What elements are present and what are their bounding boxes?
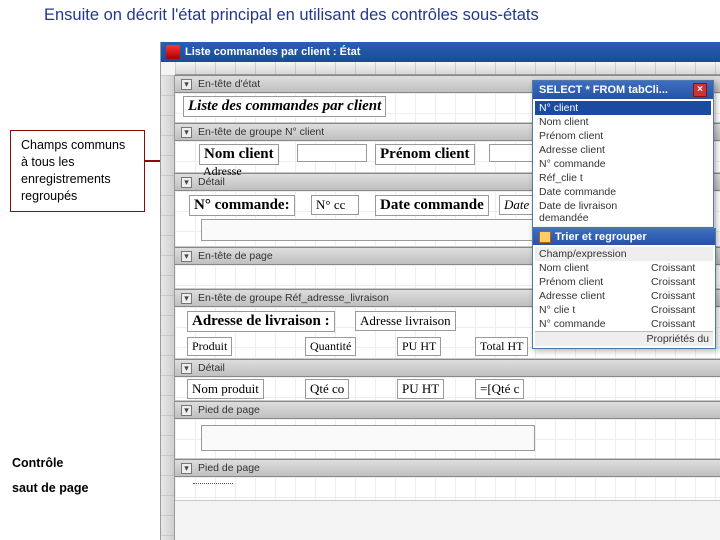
list-item[interactable]: Date de livraison demandée: [539, 200, 639, 224]
field-adrliv[interactable]: Adresse livraison: [355, 311, 456, 331]
field-list-titlebar[interactable]: SELECT * FROM tabCli... ×: [533, 81, 713, 99]
slide-title: Ensuite on décrit l'état principal en ut…: [44, 6, 539, 25]
section-label: En-tête de groupe N° client: [198, 126, 324, 138]
label-puht[interactable]: PU HT: [397, 337, 441, 356]
list-item[interactable]: N° clie t: [539, 304, 639, 316]
section-label: Pied de page: [198, 462, 260, 474]
label-totalht[interactable]: Total HT: [475, 337, 528, 356]
expand-icon[interactable]: ▾: [181, 405, 192, 416]
label-ncommande[interactable]: N° commande:: [189, 195, 295, 216]
expand-icon[interactable]: ▾: [181, 363, 192, 374]
list-item[interactable]: Adresse client: [539, 144, 639, 156]
designer-title-text: Liste commandes par client : État: [185, 46, 360, 58]
sort-group-panel[interactable]: Trier et regrouper Champ/expression Nom …: [532, 228, 716, 349]
label-quantite[interactable]: Quantité: [305, 337, 356, 356]
subreport-rect-2[interactable]: [201, 425, 535, 451]
expand-icon[interactable]: ▾: [181, 463, 192, 474]
callout-champs-communs: Champs communs à tous les enregistrement…: [10, 130, 145, 212]
list-item[interactable]: N° commande: [539, 318, 639, 330]
list-item[interactable]: N° client: [539, 102, 639, 114]
sort-icon: [539, 231, 551, 243]
expand-icon[interactable]: ▾: [181, 127, 192, 138]
sort-group-body[interactable]: Champ/expression Nom clientCroissant Pré…: [533, 245, 715, 348]
section-label: En-tête d'état: [198, 78, 260, 90]
field-qteco[interactable]: Qté co: [305, 379, 349, 399]
field-eq[interactable]: =[Qté c: [475, 379, 524, 399]
section-label: Pied de page: [198, 404, 260, 416]
list-item[interactable]: Date commande: [539, 186, 639, 198]
section-label: Détail: [198, 362, 225, 374]
label-prenom-client[interactable]: Prénom client: [375, 144, 475, 165]
list-item[interactable]: Réf_clie t: [539, 172, 639, 184]
vertical-ruler: [161, 75, 175, 540]
list-item[interactable]: Nom client: [539, 116, 639, 128]
field-list-panel[interactable]: SELECT * FROM tabCli... × N° client Nom …: [532, 80, 714, 228]
page-break-control[interactable]: [193, 483, 233, 484]
field-nom-client[interactable]: [297, 144, 367, 162]
field-nomproduit[interactable]: Nom produit: [187, 379, 264, 399]
field-list-body[interactable]: N° client Nom client Prénom client Adres…: [533, 99, 713, 227]
section-label: En-tête de groupe Réf_adresse_livraison: [198, 292, 389, 304]
list-item[interactable]: Adresse client: [539, 290, 639, 302]
close-icon[interactable]: ×: [693, 83, 707, 97]
label-produit[interactable]: Produit: [187, 337, 232, 356]
system-menu-icon[interactable]: [166, 45, 180, 59]
section-bar-pied1[interactable]: ▾ Pied de page: [175, 401, 720, 419]
surface-pied1[interactable]: [175, 419, 720, 459]
subreport-rect-1[interactable]: [201, 219, 535, 241]
list-item[interactable]: N° commande: [539, 158, 639, 170]
expand-icon[interactable]: ▾: [181, 251, 192, 262]
callout-saut-de-page: saut de page: [12, 480, 88, 497]
field-ncc[interactable]: N° cc: [311, 195, 359, 215]
label-adrliv[interactable]: Adresse de livraison :: [187, 311, 335, 332]
surface-detail2[interactable]: Nom produit Qté co PU HT =[Qté c: [175, 377, 720, 401]
list-item[interactable]: Nom client: [539, 262, 639, 274]
section-bar-pied2[interactable]: ▾ Pied de page: [175, 459, 720, 477]
surface-pied2[interactable]: [175, 477, 720, 501]
list-item[interactable]: Prénom client: [539, 130, 639, 142]
label-liste-commandes[interactable]: Liste des commandes par client: [183, 96, 386, 117]
horizontal-ruler: [175, 62, 720, 75]
section-bar-detail2[interactable]: ▾ Détail: [175, 359, 720, 377]
expand-icon[interactable]: ▾: [181, 79, 192, 90]
label-nom-client[interactable]: Nom client: [199, 144, 279, 165]
label-date-commande[interactable]: Date commande: [375, 195, 489, 216]
sort-group-title: Trier et regrouper: [555, 231, 647, 243]
section-label: En-tête de page: [198, 250, 273, 262]
sort-group-footer: Propriétés du: [647, 333, 709, 345]
callout-controle: Contrôle: [12, 455, 63, 472]
field-list-title: SELECT * FROM tabCli...: [539, 84, 668, 96]
expand-icon[interactable]: ▾: [181, 177, 192, 188]
list-item[interactable]: Prénom client: [539, 276, 639, 288]
sort-group-titlebar[interactable]: Trier et regrouper: [533, 229, 715, 245]
designer-titlebar[interactable]: Liste commandes par client : État: [161, 42, 720, 62]
field-puht2[interactable]: PU HT: [397, 379, 444, 399]
expand-icon[interactable]: ▾: [181, 293, 192, 304]
label-adresse-gris: Adresse: [199, 163, 246, 180]
